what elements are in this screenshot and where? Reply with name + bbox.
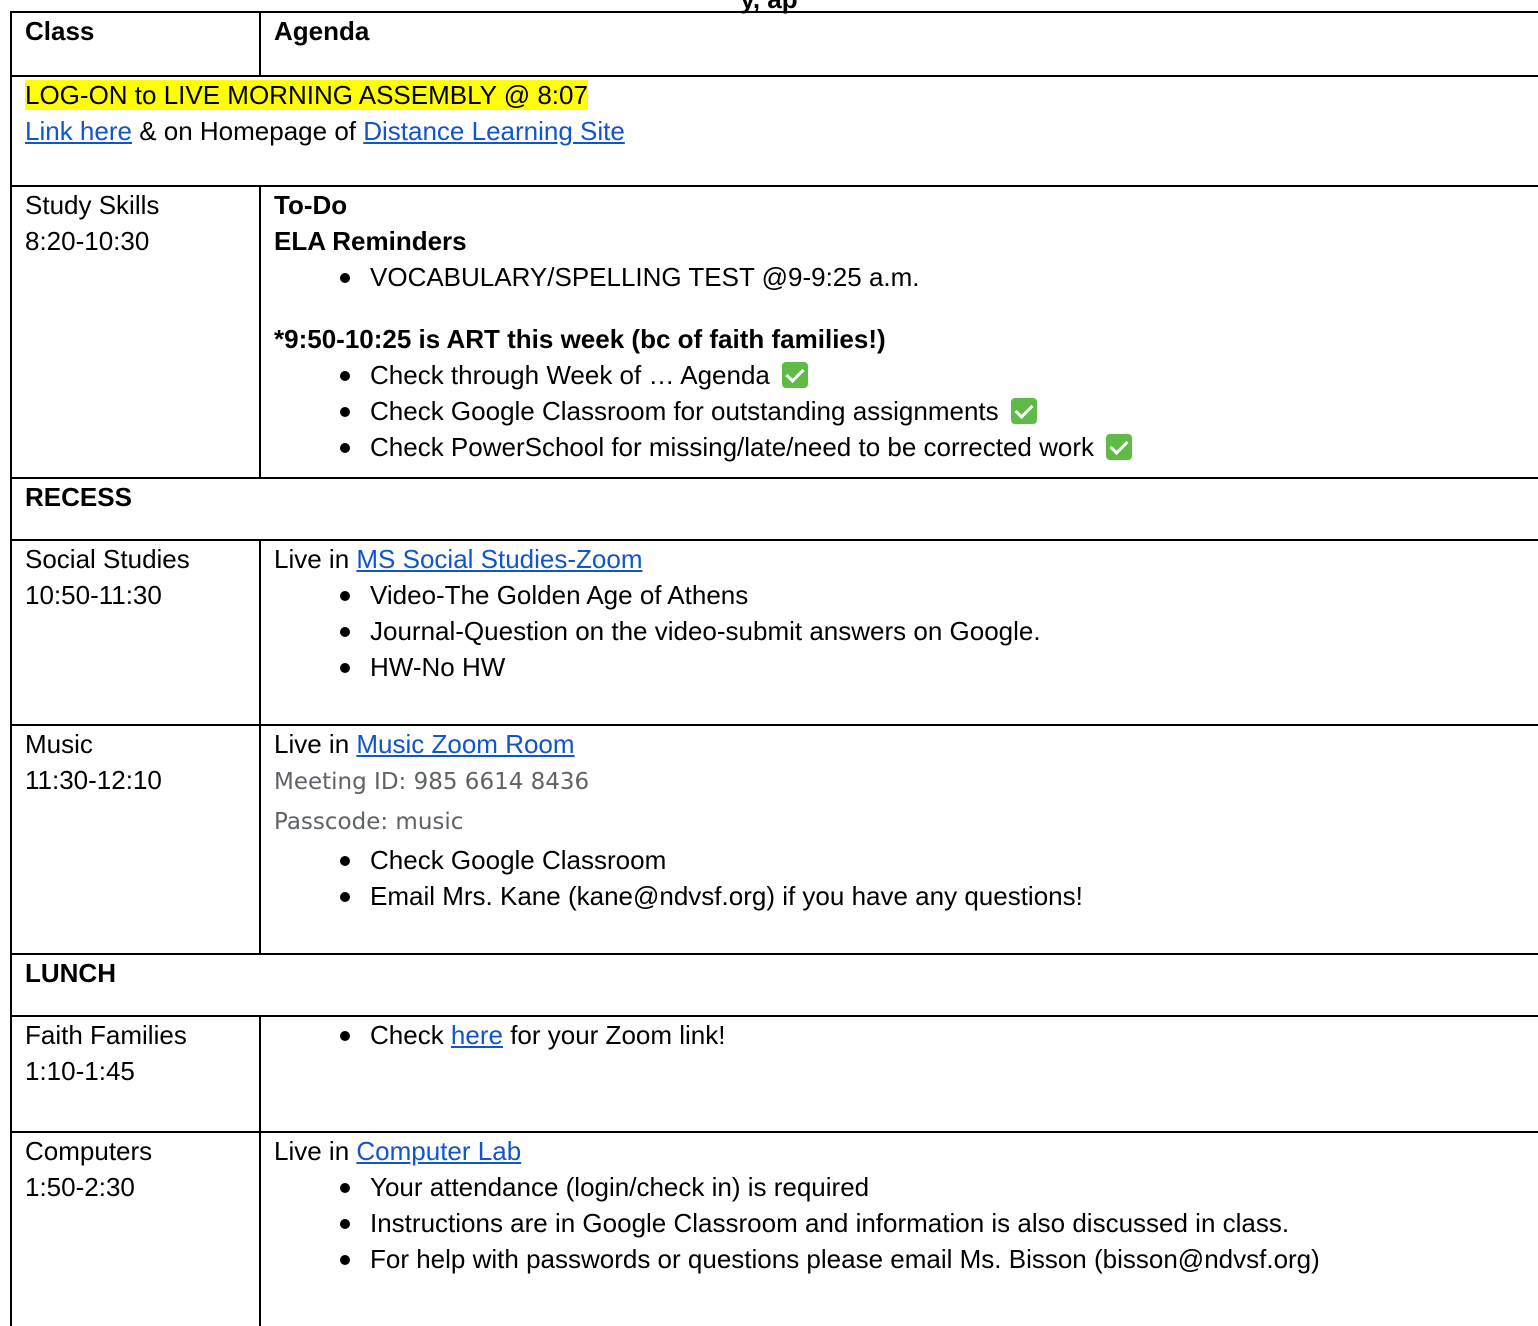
- class-name: Social Studies: [25, 544, 190, 574]
- list-item-text: Check Google Classroom for outstanding a…: [370, 396, 999, 426]
- class-name: Faith Families: [25, 1020, 187, 1050]
- faith-families-here-link[interactable]: here: [451, 1020, 503, 1050]
- recess-label: RECESS: [10, 477, 1538, 541]
- music-zoom-room-link[interactable]: Music Zoom Room: [356, 729, 574, 759]
- live-in-text: Live in: [274, 544, 357, 574]
- class-cell: Computers 1:50-2:30: [10, 1131, 261, 1326]
- agenda-cell: Live in MS Social Studies-Zoom Video-The…: [259, 539, 1538, 726]
- social-studies-zoom-link[interactable]: MS Social Studies-Zoom: [356, 544, 642, 574]
- header-class: Class: [10, 11, 261, 77]
- list-item: Check Google Classroom for outstanding a…: [340, 393, 1538, 429]
- assembly-link-here[interactable]: Link here: [25, 116, 132, 146]
- music-list: Check Google Classroom Email Mrs. Kane (…: [274, 842, 1538, 914]
- list-item-text: Check through Week of … Agenda: [370, 360, 770, 390]
- class-cell: Faith Families 1:10-1:45: [10, 1015, 261, 1133]
- list-item: Check here for your Zoom link!: [340, 1017, 1538, 1053]
- ela-heading: ELA Reminders: [274, 226, 467, 256]
- social-studies-row: Social Studies 10:50-11:30 Live in MS So…: [10, 539, 1538, 726]
- header-agenda: Agenda: [259, 11, 1538, 77]
- assembly-mid-text: & on Homepage of: [131, 116, 364, 146]
- social-list: Video-The Golden Age of Athens Journal-Q…: [274, 577, 1538, 685]
- class-name: Computers: [25, 1136, 153, 1166]
- assembly-announcement: LOG-ON to LIVE MORNING ASSEMBLY @ 8:07: [25, 80, 588, 110]
- list-item: For help with passwords or questions ple…: [340, 1241, 1538, 1277]
- list-item-text: for your Zoom link!: [502, 1020, 726, 1050]
- passcode: Passcode: music: [274, 809, 464, 835]
- list-item: Your attendance (login/check in) is requ…: [340, 1169, 1538, 1205]
- distance-learning-site-link[interactable]: Distance Learning Site: [363, 116, 625, 146]
- check-mark-button-icon: [781, 362, 808, 388]
- list-item: Email Mrs. Kane (kane@ndvsf.org) if you …: [340, 878, 1538, 914]
- live-in-text: Live in: [274, 1136, 357, 1166]
- live-in-line: Live in Music Zoom Room: [274, 726, 1538, 762]
- ela-list: VOCABULARY/SPELLING TEST @9-9:25 a.m.: [274, 259, 1538, 295]
- check-mark-button-icon: [1106, 434, 1133, 460]
- live-in-line: Live in Computer Lab: [274, 1133, 1538, 1169]
- document-page: y, ap Class Agenda LOG-ON to LIVE MORNIN…: [0, 0, 1538, 1326]
- live-in-text: Live in: [274, 729, 357, 759]
- list-item-text: Check PowerSchool for missing/late/need …: [370, 432, 1095, 462]
- list-item: Video-The Golden Age of Athens: [340, 577, 1538, 613]
- class-cell: Study Skills 8:20-10:30: [10, 185, 261, 479]
- agenda-table: Class Agenda LOG-ON to LIVE MORNING ASSE…: [10, 11, 1538, 1326]
- list-item: Instructions are in Google Classroom and…: [340, 1205, 1538, 1241]
- class-name: Study Skills: [25, 190, 160, 220]
- list-item: Journal-Question on the video-submit ans…: [340, 613, 1538, 649]
- class-time: 11:30-12:10: [25, 765, 162, 795]
- computers-list: Your attendance (login/check in) is requ…: [274, 1169, 1538, 1277]
- faith-families-row: Faith Families 1:10-1:45 Check here for …: [10, 1015, 1538, 1133]
- list-item: Check Google Classroom: [340, 842, 1538, 878]
- assembly-row: LOG-ON to LIVE MORNING ASSEMBLY @ 8:07 L…: [10, 75, 1538, 187]
- class-cell: Music 11:30-12:10: [10, 724, 261, 955]
- music-row: Music 11:30-12:10 Live in Music Zoom Roo…: [10, 724, 1538, 955]
- faith-list: Check here for your Zoom link!: [274, 1017, 1538, 1053]
- list-item: Check PowerSchool for missing/late/need …: [340, 429, 1538, 465]
- table-header-row: Class Agenda: [10, 11, 1538, 77]
- class-time: 1:50-2:30: [25, 1172, 135, 1202]
- art-note: *9:50-10:25 is ART this week (bc of fait…: [274, 324, 886, 354]
- list-item-text: Check: [370, 1020, 451, 1050]
- class-time: 10:50-11:30: [25, 580, 162, 610]
- class-time: 1:10-1:45: [25, 1056, 135, 1086]
- live-in-line: Live in MS Social Studies-Zoom: [274, 541, 1538, 577]
- agenda-cell: Check here for your Zoom link!: [259, 1015, 1538, 1133]
- class-name: Music: [25, 729, 93, 759]
- check-list: Check through Week of … Agenda Check Goo…: [274, 357, 1538, 465]
- list-item: HW-No HW: [340, 649, 1538, 685]
- meeting-id: Meeting ID: 985 6614 8436: [274, 769, 590, 795]
- agenda-cell: Live in Music Zoom Room Meeting ID: 985 …: [259, 724, 1538, 955]
- list-item: VOCABULARY/SPELLING TEST @9-9:25 a.m.: [340, 259, 1538, 295]
- assembly-cell: LOG-ON to LIVE MORNING ASSEMBLY @ 8:07 L…: [10, 75, 1538, 187]
- class-time: 8:20-10:30: [25, 226, 150, 256]
- lunch-row: LUNCH: [10, 953, 1538, 1017]
- todo-heading: To-Do: [274, 190, 348, 220]
- agenda-cell: To-Do ELA Reminders VOCABULARY/SPELLING …: [259, 185, 1538, 479]
- check-mark-button-icon: [1010, 398, 1037, 424]
- agenda-cell: Live in Computer Lab Your attendance (lo…: [259, 1131, 1538, 1326]
- computers-row: Computers 1:50-2:30 Live in Computer Lab…: [10, 1131, 1538, 1326]
- recess-row: RECESS: [10, 477, 1538, 541]
- computer-lab-link[interactable]: Computer Lab: [356, 1136, 521, 1166]
- lunch-label: LUNCH: [10, 953, 1538, 1017]
- class-cell: Social Studies 10:50-11:30: [10, 539, 261, 726]
- study-skills-row: Study Skills 8:20-10:30 To-Do ELA Remind…: [10, 185, 1538, 479]
- list-item: Check through Week of … Agenda: [340, 357, 1538, 393]
